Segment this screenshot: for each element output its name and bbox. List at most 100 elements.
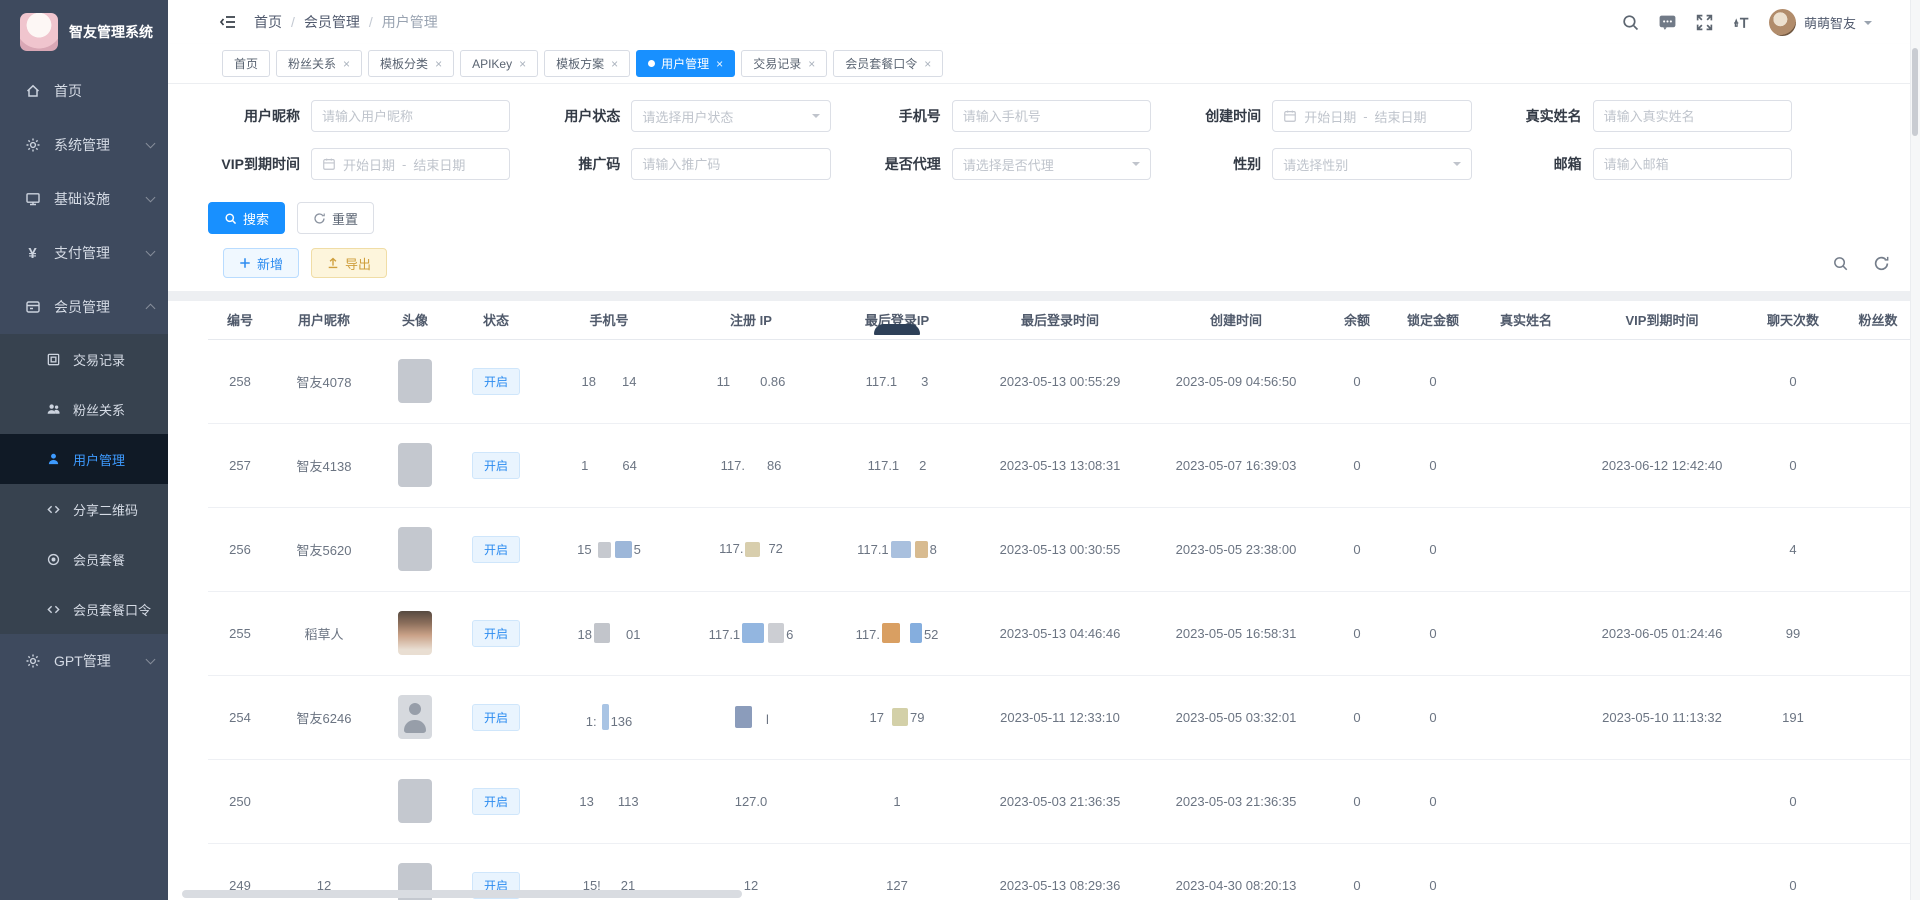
sidebar-item-home[interactable]: 首页 (0, 64, 168, 118)
sidebar-item-transactions[interactable]: 交易记录 (0, 334, 168, 384)
table-row: 256智友5620开启155117.72117.182023-05-13 00:… (208, 507, 1918, 591)
reset-button[interactable]: 重置 (297, 202, 374, 234)
sidebar-item-fans[interactable]: 粉丝关系 (0, 384, 168, 434)
horizontal-scrollbar-thumb[interactable] (182, 890, 742, 898)
chevron-down-icon (146, 139, 156, 149)
sidebar-item-user-management[interactable]: 用户管理 (0, 434, 168, 484)
created-date-range[interactable]: 开始日期 - 结束日期 (1272, 100, 1471, 132)
tab-label: 会员套餐口令 (845, 55, 917, 72)
value-fragment: 18 (578, 627, 592, 642)
tab-0[interactable]: 首页 (222, 50, 270, 77)
tab-7[interactable]: 会员套餐口令 × (833, 50, 943, 77)
cell-chat-count: 0 (1748, 843, 1838, 900)
cell-last-login-ip: 127 (822, 843, 972, 900)
tab-6[interactable]: 交易记录× (741, 50, 827, 77)
menu-fold-icon[interactable] (218, 12, 238, 32)
select-placeholder: 请选择用户状态 (642, 107, 733, 126)
sidebar-item-label: 支付管理 (54, 243, 110, 263)
cell-nickname (272, 759, 376, 843)
gender-select[interactable]: 请选择性别 (1272, 148, 1471, 180)
cell-vip-expire (1576, 339, 1748, 423)
tab-close-icon[interactable]: × (519, 58, 526, 70)
tab-5[interactable]: 用户管理× (636, 50, 735, 77)
tab-close-icon[interactable]: × (924, 58, 931, 70)
sidebar-item-infra[interactable]: 基础设施 (0, 172, 168, 226)
filter-gender: 性别 请选择性别 (1177, 148, 1471, 180)
cell-created-time: 2023-05-05 23:38:00 (1148, 507, 1324, 591)
vertical-scrollbar-thumb[interactable] (1912, 48, 1918, 136)
code-icon (46, 502, 61, 517)
avatar (1769, 9, 1796, 36)
refresh-icon[interactable] (1873, 255, 1890, 272)
app-window: 智友管理系统 首页 系统管理 基础设施 ¥ 支 (0, 0, 1920, 900)
value-fragment: 1 (581, 458, 588, 473)
tab-close-icon[interactable]: × (343, 58, 350, 70)
breadcrumb-home[interactable]: 首页 (254, 12, 282, 32)
sidebar-item-members[interactable]: 会员管理 (0, 280, 168, 334)
cell-vip-expire (1576, 759, 1748, 843)
export-button[interactable]: 导出 (311, 248, 387, 278)
tab-2[interactable]: 模板分类× (368, 50, 454, 77)
email-input[interactable] (1593, 148, 1792, 180)
value-fragment: 12 (744, 878, 758, 893)
fullscreen-icon[interactable] (1695, 13, 1714, 32)
column-header: 余额 (1324, 301, 1390, 339)
user-menu[interactable]: 萌萌智友 (1769, 9, 1872, 36)
search-icon[interactable] (1832, 255, 1849, 272)
tab-4[interactable]: 模板方案× (544, 50, 630, 77)
cell-last-login-time: 2023-05-13 04:46:46 (972, 591, 1148, 675)
tab-label: 粉丝关系 (288, 55, 336, 72)
value-fragment: 64 (622, 458, 636, 473)
censor-block (615, 541, 632, 558)
cell-balance: 0 (1324, 675, 1390, 759)
code-icon (46, 602, 61, 617)
cell-vip-expire: 2023-06-05 01:24:46 (1576, 591, 1748, 675)
sidebar-item-plan-codes[interactable]: 会员套餐口令 (0, 584, 168, 634)
tab-3[interactable]: APIKey× (460, 50, 538, 77)
cell-balance: 0 (1324, 759, 1390, 843)
censor-block (742, 623, 764, 643)
value-fragment: 136 (611, 714, 633, 729)
sidebar-item-payment[interactable]: ¥ 支付管理 (0, 226, 168, 280)
cell-avatar (376, 759, 454, 843)
promo-code-input[interactable] (631, 148, 830, 180)
date-range-separator: - (1363, 109, 1367, 124)
vip-date-range[interactable]: 开始日期 - 结束日期 (311, 148, 510, 180)
agent-select[interactable]: 请选择是否代理 (952, 148, 1151, 180)
phone-input[interactable] (952, 100, 1151, 132)
real-name-input[interactable] (1593, 100, 1792, 132)
sidebar-item-share-qrcode[interactable]: 分享二维码 (0, 484, 168, 534)
vertical-scrollbar[interactable] (1910, 0, 1920, 900)
username: 萌萌智友 (1804, 13, 1856, 32)
tab-close-icon[interactable]: × (808, 58, 815, 70)
sidebar-item-member-plans[interactable]: 会员套餐 (0, 534, 168, 584)
cell-real-name (1476, 759, 1576, 843)
status-select[interactable]: 请选择用户状态 (631, 100, 830, 132)
breadcrumb-members[interactable]: 会员管理 (304, 12, 360, 32)
cell-last-login-ip: 1 (822, 759, 972, 843)
value-fragment: 117.1 (709, 627, 741, 642)
sidebar-item-gpt[interactable]: GPT管理 (0, 634, 168, 688)
message-icon[interactable] (1658, 13, 1677, 32)
nickname-input[interactable] (311, 100, 510, 132)
logo-avatar (20, 13, 58, 51)
value-fragment: 52 (924, 627, 938, 642)
tab-1[interactable]: 粉丝关系 × (276, 50, 362, 77)
filter-nickname: 用户昵称 (216, 100, 510, 132)
add-button[interactable]: 新增 (223, 248, 299, 278)
search-button[interactable]: 搜索 (208, 202, 285, 234)
tab-close-icon[interactable]: × (435, 58, 442, 70)
cell-last-login-time: 2023-05-13 08:29:36 (972, 843, 1148, 900)
date-range-separator: - (402, 157, 406, 172)
sidebar-item-system[interactable]: 系统管理 (0, 118, 168, 172)
tab-close-icon[interactable]: × (611, 58, 618, 70)
filter-real-name: 真实姓名 (1498, 100, 1792, 132)
cell-locked-amount: 0 (1390, 507, 1476, 591)
tab-close-icon[interactable]: × (716, 58, 723, 70)
search-icon[interactable] (1621, 13, 1640, 32)
font-size-icon[interactable] (1732, 13, 1751, 32)
table-toolbar: 新增 导出 (168, 234, 1920, 291)
cell-last-login-ip: 117.18 (822, 507, 972, 591)
cell-fans-count (1838, 339, 1918, 423)
cell-locked-amount: 0 (1390, 759, 1476, 843)
